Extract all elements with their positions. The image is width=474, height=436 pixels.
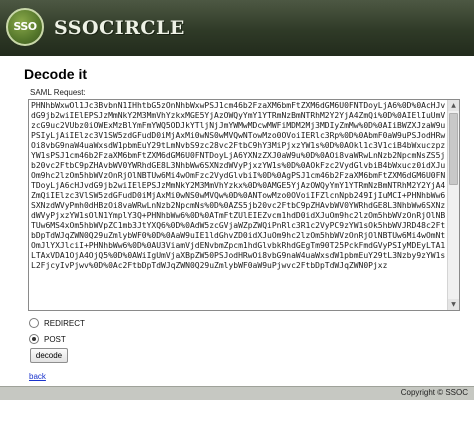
scroll-up-arrow-icon[interactable]: ▲: [448, 100, 459, 111]
redirect-label[interactable]: REDIRECT: [44, 319, 85, 328]
saml-request-textarea[interactable]: PHNhbWxwOl1Jc3BvbnN1IHhtbG5zOnNhbWxwPSJ1…: [28, 99, 460, 311]
page-title: Decode it: [24, 66, 88, 82]
copyright-text: Copyright © SSOC: [400, 388, 468, 397]
post-radio[interactable]: [29, 333, 39, 344]
textarea-scrollbar[interactable]: ▲ ▼: [447, 100, 459, 310]
binding-option-post[interactable]: POST: [29, 333, 66, 346]
saml-request-value[interactable]: PHNhbWxwOl1Jc3BvbnN1IHhtbG5zOnNhbWxwPSJ1…: [31, 101, 447, 310]
logo-wordmark: SSOCIRCLE: [54, 17, 185, 39]
back-link[interactable]: back: [29, 372, 46, 381]
footer-bar: Copyright © SSOC: [0, 386, 474, 400]
scrollbar-thumb[interactable]: [449, 113, 458, 185]
header-banner: SSO SSOCIRCLE: [0, 0, 474, 56]
decode-button[interactable]: decode: [30, 348, 68, 363]
sso-logo-icon: SSO: [6, 8, 44, 46]
binding-option-redirect[interactable]: REDIRECT: [29, 317, 85, 330]
scroll-down-arrow-icon[interactable]: ▼: [448, 299, 459, 310]
post-label[interactable]: POST: [44, 335, 66, 344]
saml-request-label: SAML Request:: [30, 88, 86, 97]
redirect-radio[interactable]: [29, 317, 39, 328]
